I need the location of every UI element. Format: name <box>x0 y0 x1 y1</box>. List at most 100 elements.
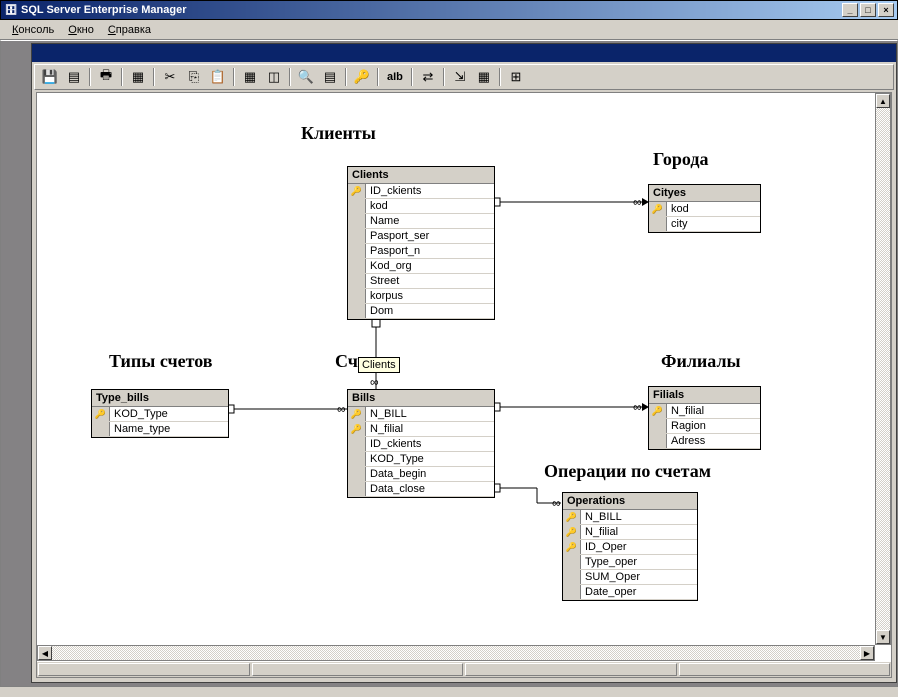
column-icon <box>348 304 366 318</box>
table-column[interactable]: Pasport_ser <box>348 229 494 244</box>
view-icon[interactable]: ⊞ <box>505 67 527 87</box>
tooltip-clients: Clients <box>358 357 400 373</box>
column-name: Date_oper <box>581 586 697 598</box>
column-icon <box>348 214 366 228</box>
table-column[interactable]: 🔑N_BILL <box>348 407 494 422</box>
table-type-bills[interactable]: Type_bills 🔑KOD_TypeName_type <box>91 389 229 438</box>
column-name: Adress <box>667 435 760 447</box>
text-annotation-button[interactable]: aIb <box>383 71 407 83</box>
table-column[interactable]: Type_oper <box>563 555 697 570</box>
key-icon[interactable]: 🔑 <box>351 67 373 87</box>
table-clients[interactable]: Clients 🔑ID_ckientskodNamePasport_serPas… <box>347 166 495 320</box>
column-name: KOD_Type <box>110 408 228 420</box>
table-column[interactable]: 🔑KOD_Type <box>92 407 228 422</box>
horizontal-scrollbar[interactable]: ◀ ▶ <box>37 645 875 661</box>
column-name: N_filial <box>667 405 760 417</box>
table-column[interactable]: Data_close <box>348 482 494 497</box>
table-column[interactable]: Kod_org <box>348 259 494 274</box>
primary-key-icon: 🔑 <box>649 202 667 216</box>
table-cityes[interactable]: Cityes 🔑kodcity <box>648 184 761 233</box>
primary-key-icon: 🔑 <box>348 407 366 421</box>
table-column[interactable]: 🔑N_filial <box>649 404 760 419</box>
column-name: ID_ckients <box>366 185 494 197</box>
table-column[interactable]: city <box>649 217 760 232</box>
scroll-left-button[interactable]: ◀ <box>38 646 52 660</box>
column-name: N_BILL <box>581 511 697 523</box>
column-icon <box>348 467 366 481</box>
cut-icon[interactable]: ✂ <box>159 67 181 87</box>
primary-key-icon: 🔑 <box>563 525 581 539</box>
table-column[interactable]: 🔑N_filial <box>348 422 494 437</box>
primary-key-icon: 🔑 <box>563 540 581 554</box>
scroll-down-button[interactable]: ▼ <box>876 630 890 644</box>
label-cities: Города <box>653 149 708 170</box>
column-name: Name_type <box>110 423 228 435</box>
vertical-scrollbar[interactable]: ▲ ▼ <box>875 93 891 645</box>
arrange-icon[interactable]: ◫ <box>263 67 285 87</box>
column-name: KOD_Type <box>366 453 494 465</box>
table-title: Operations <box>563 493 697 510</box>
table-column[interactable]: Dom <box>348 304 494 319</box>
menu-console[interactable]: Консоль <box>6 22 60 38</box>
table-column[interactable]: kod <box>348 199 494 214</box>
column-name: ID_ckients <box>366 438 494 450</box>
menu-window[interactable]: Окно <box>62 22 100 38</box>
zoom-icon[interactable]: 🔍 <box>295 67 317 87</box>
minimize-button[interactable]: _ <box>842 3 858 17</box>
save-icon[interactable]: 💾 <box>39 67 61 87</box>
column-name: Data_begin <box>366 468 494 480</box>
autosize-icon[interactable]: ⇲ <box>449 67 471 87</box>
scroll-up-button[interactable]: ▲ <box>876 94 890 108</box>
new-table-icon[interactable]: ▦ <box>127 67 149 87</box>
print-icon[interactable]: 🖶 <box>95 67 117 87</box>
column-name: Street <box>366 275 494 287</box>
table-column[interactable]: korpus <box>348 289 494 304</box>
column-name: kod <box>366 200 494 212</box>
table-column[interactable]: 🔑kod <box>649 202 760 217</box>
column-name: N_BILL <box>366 408 494 420</box>
table-column[interactable]: Name_type <box>92 422 228 437</box>
scroll-right-button[interactable]: ▶ <box>860 646 874 660</box>
column-icon <box>348 259 366 273</box>
table-column[interactable]: Name <box>348 214 494 229</box>
paste-icon[interactable]: 📋 <box>207 67 229 87</box>
column-name: Data_close <box>366 483 494 495</box>
diagram-canvas[interactable]: ∞ ∞ ∞ ∞ <box>37 93 891 643</box>
label-clients: Клиенты <box>301 123 376 144</box>
grid-icon[interactable]: ▦ <box>473 67 495 87</box>
column-name: Type_oper <box>581 556 697 568</box>
copy-icon[interactable]: ⎘ <box>183 67 205 87</box>
table-column[interactable]: Pasport_n <box>348 244 494 259</box>
table-column[interactable]: 🔑ID_ckients <box>348 184 494 199</box>
table-column[interactable]: Street <box>348 274 494 289</box>
table-title: Cityes <box>649 185 760 202</box>
table-filials[interactable]: Filials 🔑N_filialRagionAdress <box>648 386 761 450</box>
table-column[interactable]: SUM_Oper <box>563 570 697 585</box>
menu-help[interactable]: Справка <box>102 22 157 38</box>
column-name: korpus <box>366 290 494 302</box>
maximize-button[interactable]: □ <box>860 3 876 17</box>
column-icon <box>348 452 366 466</box>
svg-text:∞: ∞ <box>552 496 561 510</box>
column-icon <box>348 244 366 258</box>
table-operations[interactable]: Operations 🔑N_BILL🔑N_filial🔑ID_OperType_… <box>562 492 698 601</box>
table-column[interactable]: 🔑N_BILL <box>563 510 697 525</box>
table-column[interactable]: 🔑ID_Oper <box>563 540 697 555</box>
close-button[interactable]: × <box>878 3 894 17</box>
table-column[interactable]: KOD_Type <box>348 452 494 467</box>
relationship-icon[interactable]: ⇄ <box>417 67 439 87</box>
table-column[interactable]: Adress <box>649 434 760 449</box>
table-column[interactable]: 🔑N_filial <box>563 525 697 540</box>
table-column[interactable]: Date_oper <box>563 585 697 600</box>
script-icon[interactable]: ▤ <box>319 67 341 87</box>
table-column[interactable]: Ragion <box>649 419 760 434</box>
table-bills[interactable]: Bills 🔑N_BILL🔑N_filialID_ckientsKOD_Type… <box>347 389 495 498</box>
add-table-icon[interactable]: ▦ <box>239 67 261 87</box>
column-icon <box>348 482 366 496</box>
table-column[interactable]: ID_ckients <box>348 437 494 452</box>
properties-icon[interactable]: ▤ <box>63 67 85 87</box>
primary-key-icon: 🔑 <box>348 422 366 436</box>
titlebar: 🗄 SQL Server Enterprise Manager _ □ × <box>0 0 898 20</box>
table-column[interactable]: Data_begin <box>348 467 494 482</box>
diagram-titlebar <box>32 44 896 62</box>
